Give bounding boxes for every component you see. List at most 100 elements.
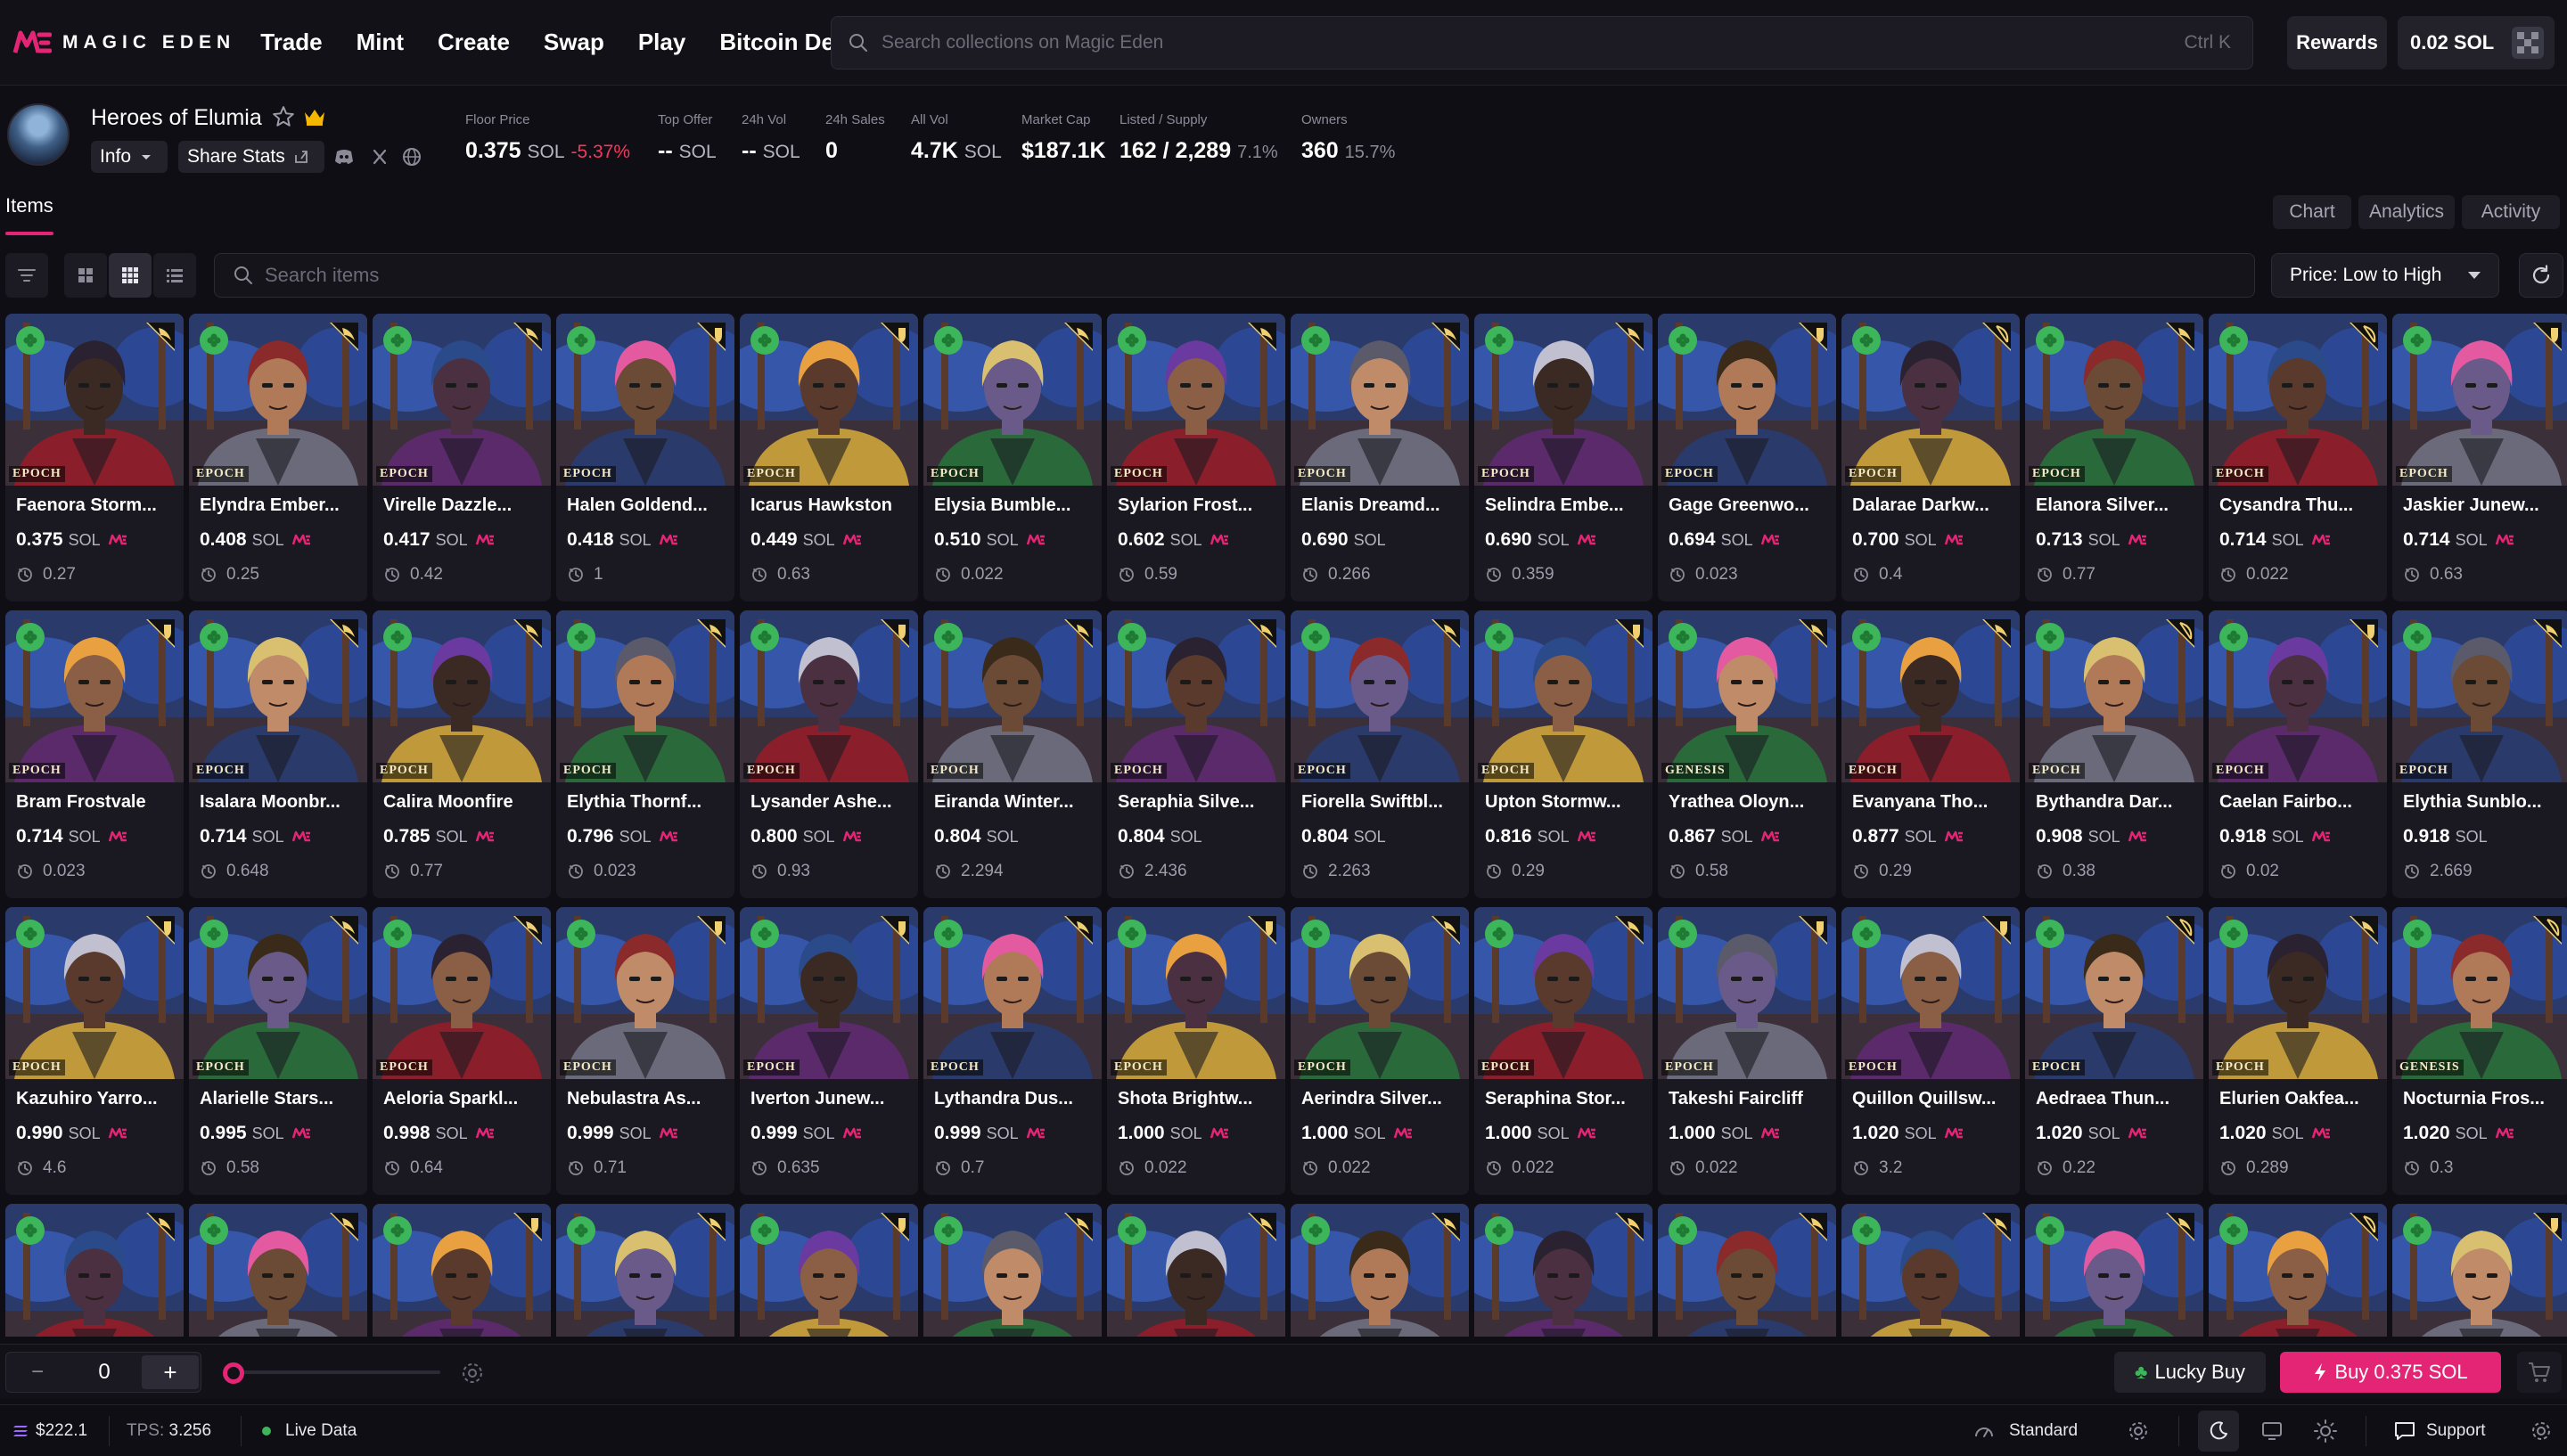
nft-card[interactable]: EPOCH Isalara Moonbr... 0.714 SOL 0.648 bbox=[189, 610, 367, 898]
nft-card[interactable] bbox=[1291, 1204, 1469, 1337]
filter-toggle-button[interactable] bbox=[5, 253, 48, 298]
lucky-buy-button[interactable]: ♣ Lucky Buy bbox=[2114, 1352, 2266, 1393]
nft-card[interactable]: EPOCH Aeloria Sparkl... 0.998 SOL 0.64 bbox=[373, 907, 551, 1195]
nft-card[interactable] bbox=[740, 1204, 918, 1337]
favorite-star-icon[interactable] bbox=[272, 105, 295, 128]
items-search-input[interactable] bbox=[265, 264, 2254, 287]
nft-card[interactable]: EPOCH Elythia Sunblo... 0.918 SOL 2.669 bbox=[2392, 610, 2567, 898]
nft-card[interactable] bbox=[556, 1204, 734, 1337]
quantity-decrement-button[interactable]: − bbox=[6, 1360, 69, 1385]
nft-card[interactable]: EPOCH Alarielle Stars... 0.995 SOL 0.58 bbox=[189, 907, 367, 1195]
settings-button[interactable] bbox=[2118, 1411, 2159, 1452]
nft-card[interactable]: EPOCH Elanis Dreamd... 0.690 SOL 0.266 bbox=[1291, 314, 1469, 601]
nft-card[interactable] bbox=[5, 1204, 184, 1337]
items-grid-viewport[interactable]: EPOCH Faenora Storm... 0.375 SOL 0.27 EPOCH El… bbox=[0, 314, 2567, 1337]
nft-card[interactable]: EPOCH Elysia Bumble... 0.510 SOL 0.022 bbox=[923, 314, 1102, 601]
cart-button[interactable] bbox=[2517, 1352, 2562, 1393]
wallet-button[interactable]: 0.02 SOL bbox=[2398, 16, 2555, 70]
support-button[interactable]: Support bbox=[2394, 1405, 2486, 1456]
nft-card[interactable] bbox=[923, 1204, 1102, 1337]
dark-theme-button[interactable] bbox=[2198, 1411, 2239, 1452]
priority-fee-selector[interactable]: Standard bbox=[1973, 1405, 2078, 1456]
grid-small-view-button[interactable] bbox=[109, 253, 152, 298]
nft-card[interactable]: EPOCH Eiranda Winter... 0.804 SOL 2.294 bbox=[923, 610, 1102, 898]
nft-card[interactable]: EPOCH Elythia Thornf... 0.796 SOL 0.023 bbox=[556, 610, 734, 898]
buy-button[interactable]: Buy 0.375 SOL bbox=[2280, 1352, 2501, 1393]
nft-card[interactable]: EPOCH Aedraea Thun... 1.020 SOL 0.22 bbox=[2025, 907, 2203, 1195]
nft-card[interactable]: EPOCH Shota Brightw... 1.000 SOL 0.022 bbox=[1107, 907, 1285, 1195]
nft-card[interactable]: EPOCH Caelan Fairbo... 0.918 SOL 0.02 bbox=[2209, 610, 2387, 898]
nft-card[interactable] bbox=[1658, 1204, 1836, 1337]
x-twitter-icon[interactable] bbox=[367, 144, 392, 169]
nft-card[interactable]: GENESIS Yrathea Oloyn... 0.867 SOL 0.58 bbox=[1658, 610, 1836, 898]
nav-link-create[interactable]: Create bbox=[438, 29, 510, 56]
nft-card[interactable]: EPOCH Calira Moonfire 0.785 SOL 0.77 bbox=[373, 610, 551, 898]
nav-link-play[interactable]: Play bbox=[638, 29, 686, 56]
quantity-stepper[interactable]: − 0 + bbox=[5, 1352, 201, 1393]
nft-card[interactable]: EPOCH Bythandra Dar... 0.908 SOL 0.38 bbox=[2025, 610, 2203, 898]
light-theme-button[interactable] bbox=[2305, 1411, 2346, 1452]
rewards-button[interactable]: Rewards bbox=[2287, 16, 2387, 70]
nav-link-swap[interactable]: Swap bbox=[544, 29, 604, 56]
quantity-value[interactable]: 0 bbox=[69, 1360, 140, 1385]
nft-card[interactable]: EPOCH Quillon Quillsw... 1.020 SOL 3.2 bbox=[1841, 907, 2020, 1195]
share-stats-button[interactable]: Share Stats bbox=[178, 141, 324, 173]
nft-card[interactable] bbox=[1107, 1204, 1285, 1337]
nft-card[interactable]: EPOCH Fiorella Swiftbl... 0.804 SOL 2.263 bbox=[1291, 610, 1469, 898]
tab-activity[interactable]: Activity bbox=[2462, 195, 2560, 229]
refresh-button[interactable] bbox=[2519, 253, 2563, 298]
nft-card[interactable]: EPOCH Seraphia Silve... 0.804 SOL 2.436 bbox=[1107, 610, 1285, 898]
nft-card[interactable]: EPOCH Sylarion Frost... 0.602 SOL 0.59 bbox=[1107, 314, 1285, 601]
nft-card[interactable] bbox=[1841, 1204, 2020, 1337]
website-globe-icon[interactable] bbox=[399, 144, 424, 169]
nft-card[interactable]: EPOCH Jaskier Junew... 0.714 SOL 0.63 bbox=[2392, 314, 2567, 601]
nft-card[interactable]: EPOCH Halen Goldend... 0.418 SOL 1 bbox=[556, 314, 734, 601]
extra-options-button[interactable] bbox=[2521, 1411, 2562, 1452]
live-data-indicator[interactable]: Live Data bbox=[262, 1405, 357, 1456]
nav-link-trade[interactable]: Trade bbox=[260, 29, 322, 56]
nft-card[interactable] bbox=[2392, 1204, 2567, 1337]
sweep-slider-thumb[interactable] bbox=[223, 1362, 244, 1384]
nft-card[interactable]: EPOCH Dalarae Darkw... 0.700 SOL 0.4 bbox=[1841, 314, 2020, 601]
list-view-button[interactable] bbox=[153, 253, 196, 298]
nft-card[interactable]: EPOCH Gage Greenwo... 0.694 SOL 0.023 bbox=[1658, 314, 1836, 601]
nft-card[interactable] bbox=[189, 1204, 367, 1337]
sort-dropdown[interactable]: Price: Low to High bbox=[2271, 253, 2499, 298]
nft-card[interactable]: EPOCH Evanyana Tho... 0.877 SOL 0.29 bbox=[1841, 610, 2020, 898]
nft-card[interactable]: EPOCH Iverton Junew... 0.999 SOL 0.635 bbox=[740, 907, 918, 1195]
nft-card[interactable] bbox=[2025, 1204, 2203, 1337]
tab-analytics[interactable]: Analytics bbox=[2358, 195, 2455, 229]
items-search-bar[interactable] bbox=[214, 253, 2255, 298]
nft-card[interactable]: EPOCH Takeshi Faircliff 1.000 SOL 0.022 bbox=[1658, 907, 1836, 1195]
nft-card[interactable]: EPOCH Faenora Storm... 0.375 SOL 0.27 bbox=[5, 314, 184, 601]
tab-chart[interactable]: Chart bbox=[2273, 195, 2351, 229]
nft-card[interactable]: EPOCH Lythandra Dus... 0.999 SOL 0.7 bbox=[923, 907, 1102, 1195]
grid-large-view-button[interactable] bbox=[64, 253, 107, 298]
sweep-settings-gear-icon[interactable] bbox=[460, 1361, 485, 1386]
nft-card[interactable] bbox=[1474, 1204, 1653, 1337]
nft-card[interactable] bbox=[373, 1204, 551, 1337]
nft-card[interactable]: EPOCH Icarus Hawkston 0.449 SOL 0.63 bbox=[740, 314, 918, 601]
nft-card[interactable]: GENESIS Nocturnia Fros... 1.020 SOL 0.3 bbox=[2392, 907, 2567, 1195]
nft-card[interactable]: EPOCH Elanora Silver... 0.713 SOL 0.77 bbox=[2025, 314, 2203, 601]
collection-search-bar[interactable]: Ctrl K bbox=[831, 16, 2253, 70]
nft-card[interactable]: EPOCH Nebulastra As... 0.999 SOL 0.71 bbox=[556, 907, 734, 1195]
collection-search-input[interactable] bbox=[882, 32, 2185, 53]
nft-card[interactable]: EPOCH Selindra Embe... 0.690 SOL 0.359 bbox=[1474, 314, 1653, 601]
nft-card[interactable]: EPOCH Virelle Dazzle... 0.417 SOL 0.42 bbox=[373, 314, 551, 601]
brand-logo[interactable]: MAGIC EDEN bbox=[12, 28, 235, 58]
system-theme-button[interactable] bbox=[2251, 1411, 2292, 1452]
nft-card[interactable]: EPOCH Elurien Oakfea... 1.020 SOL 0.289 bbox=[2209, 907, 2387, 1195]
nft-card[interactable]: EPOCH Seraphina Stor... 1.000 SOL 0.022 bbox=[1474, 907, 1653, 1195]
nft-card[interactable]: EPOCH Elyndra Ember... 0.408 SOL 0.25 bbox=[189, 314, 367, 601]
nft-card[interactable]: EPOCH Cysandra Thu... 0.714 SOL 0.022 bbox=[2209, 314, 2387, 601]
nft-card[interactable]: EPOCH Lysander Ashe... 0.800 SOL 0.93 bbox=[740, 610, 918, 898]
nft-card[interactable]: EPOCH Aerindra Silver... 1.000 SOL 0.022 bbox=[1291, 907, 1469, 1195]
info-dropdown[interactable]: Info bbox=[91, 141, 168, 173]
nft-card[interactable]: EPOCH Kazuhiro Yarro... 0.990 SOL 4.6 bbox=[5, 907, 184, 1195]
nft-card[interactable] bbox=[2209, 1204, 2387, 1337]
nav-link-mint[interactable]: Mint bbox=[357, 29, 404, 56]
quantity-increment-button[interactable]: + bbox=[142, 1355, 199, 1389]
sweep-slider-track[interactable] bbox=[234, 1370, 440, 1374]
tab-items[interactable]: Items bbox=[5, 194, 53, 217]
